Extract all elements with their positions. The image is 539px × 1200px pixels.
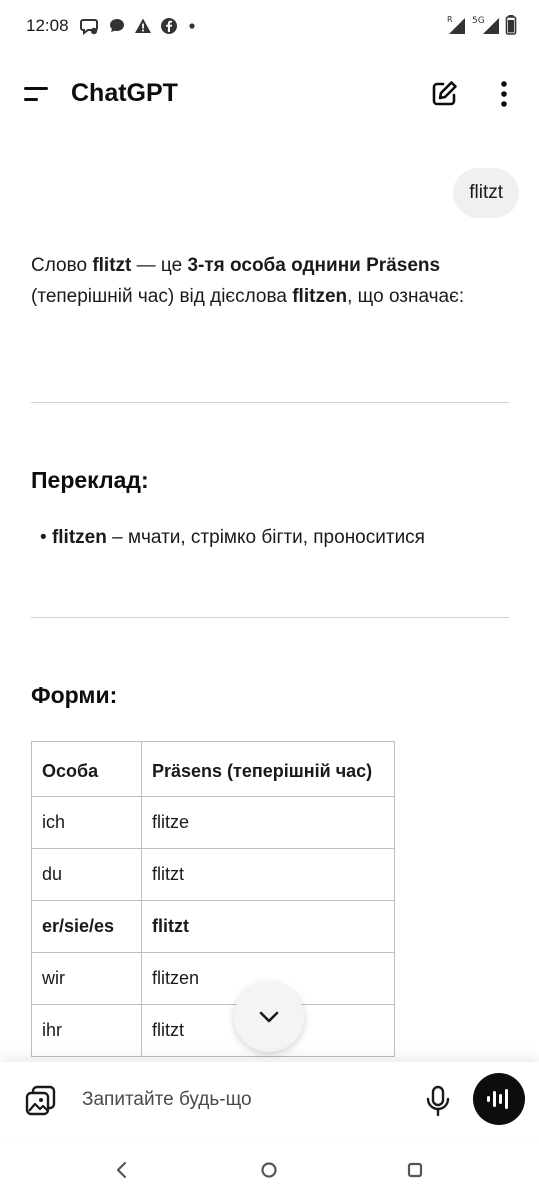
divider — [31, 617, 509, 618]
facebook-icon — [161, 18, 177, 34]
table-cell: du — [31, 848, 142, 901]
intro-bold-word: flitzt — [92, 255, 132, 276]
microphone-icon[interactable] — [424, 1084, 452, 1118]
recents-icon[interactable] — [405, 1160, 425, 1180]
composer-bar — [0, 1062, 539, 1138]
new-chat-icon[interactable] — [428, 78, 460, 110]
translation-bullet: • flitzen – мчати, стрімко бігти, пронос… — [40, 527, 425, 549]
intro-bold-grammar: 3-тя особа однини Präsens — [187, 255, 441, 276]
prompt-input[interactable] — [82, 1086, 402, 1114]
chat-bubble-icon — [110, 19, 124, 32]
bullet-marker: • — [40, 527, 47, 548]
roaming-signal-icon: R — [447, 15, 465, 34]
translation-heading: Переклад: — [31, 467, 149, 493]
audio-waveform-icon — [487, 1089, 508, 1109]
table-cell: wir — [31, 952, 142, 1005]
alert-icon — [135, 18, 151, 33]
system-navigation-bar — [0, 1140, 539, 1200]
messenger-icon — [80, 19, 98, 35]
bullet-meaning: – мчати, стрімко бігти, проноситися — [106, 527, 425, 548]
bullet-term: flitzen — [51, 527, 107, 548]
intro-text: Слово — [31, 255, 93, 276]
table-row: wir flitzen — [31, 952, 395, 1005]
dot-icon — [189, 23, 195, 29]
table-cell: er/sie/es — [31, 900, 142, 953]
battery-icon — [505, 15, 517, 35]
divider — [31, 402, 509, 403]
chevron-down-icon — [259, 1011, 279, 1023]
table-row: ich flitze — [31, 796, 395, 849]
svg-text:R: R — [447, 15, 453, 24]
table-header-cell: Präsens (теперішній час) — [141, 741, 395, 797]
sidebar-menu-icon[interactable] — [20, 78, 52, 110]
notification-icons — [80, 16, 198, 36]
table-cell: flitzt — [141, 848, 395, 901]
intro-paragraph: Слово flitzt — це 3-тя особа однини Präs… — [31, 250, 509, 312]
app-header: ChatGPT — [0, 60, 539, 130]
intro-bold-verb: flitzen — [292, 286, 348, 307]
forms-heading: Форми: — [31, 682, 118, 708]
table-header-cell: Особа — [31, 741, 142, 797]
back-icon[interactable] — [112, 1160, 132, 1180]
svg-text:5G: 5G — [472, 16, 485, 26]
system-icons: R 5G — [447, 14, 517, 36]
intro-text: — це — [131, 255, 188, 276]
status-time: 12:08 — [26, 16, 69, 35]
attach-media-icon[interactable] — [24, 1084, 58, 1118]
table-row: er/sie/es flitzt — [31, 900, 395, 953]
intro-text: , що означає: — [347, 286, 465, 307]
assistant-response: Слово flitzt — це 3-тя особа однини Präs… — [31, 250, 509, 312]
table-cell: ihr — [31, 1004, 142, 1057]
table-cell: flitze — [141, 796, 395, 849]
table-cell: ich — [31, 796, 142, 849]
intro-text: (теперішній час) від дієслова — [31, 286, 293, 307]
voice-mode-button[interactable] — [473, 1073, 525, 1125]
more-options-icon[interactable] — [490, 78, 518, 110]
table-row: du flitzt — [31, 848, 395, 901]
forms-table: Особа Präsens (теперішній час) ich flitz… — [31, 741, 395, 1057]
scroll-to-bottom-button[interactable] — [234, 982, 304, 1052]
home-icon[interactable] — [259, 1160, 279, 1180]
table-header-row: Особа Präsens (теперішній час) — [31, 741, 395, 797]
user-message-bubble: flitzt — [453, 168, 519, 218]
table-cell: flitzt — [141, 900, 395, 953]
app-title: ChatGPT — [71, 79, 178, 107]
table-row: ihr flitzt — [31, 1004, 395, 1057]
status-bar: 12:08 R 5G — [0, 0, 539, 54]
5g-signal-icon: 5G — [472, 16, 499, 34]
